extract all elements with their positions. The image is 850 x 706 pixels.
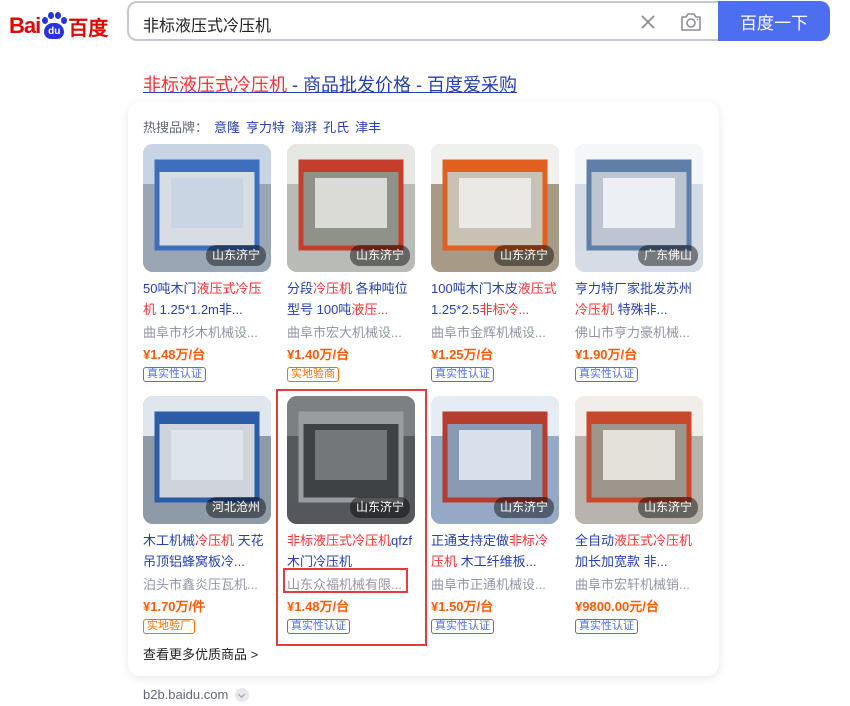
location-badge: 河北沧州 — [205, 497, 266, 518]
verification-badge: 实地验商 — [287, 367, 339, 382]
product-name-text: 特殊非... — [614, 302, 668, 317]
product-name-highlight: 液压式 — [517, 281, 557, 296]
price: ¥1.40万/台 — [287, 347, 350, 362]
product-name-link[interactable]: 100吨木门木皮液压式 1.25*2.5非标冷... — [431, 278, 561, 320]
product-name-highlight: 非标冷... — [479, 302, 530, 317]
seller-name[interactable]: 泊头市鑫炎压瓦机... — [143, 574, 271, 593]
product-image[interactable]: 山东济宁 — [431, 144, 559, 272]
product-name-highlight: 冷压机 — [313, 281, 353, 296]
brand-link[interactable]: 意隆 — [214, 120, 240, 135]
location-badge: 山东济宁 — [493, 497, 554, 518]
product-name-link[interactable]: 亨力特厂家批发苏州冷压机 特殊非... — [575, 278, 705, 320]
product-image[interactable]: 河北沧州 — [143, 396, 271, 524]
product-name-text: 木工机械 — [143, 533, 196, 548]
baidu-logo[interactable]: Bai du 百度 — [9, 8, 108, 44]
product-name-text: 加长加宽款 非... — [575, 554, 668, 569]
seller-name[interactable]: 曲阜市宏大机械设... — [287, 322, 415, 341]
product-name-highlight: 冷压机 — [195, 533, 235, 548]
product-image[interactable]: 山东济宁 — [431, 396, 559, 524]
price: ¥9800.00元/台 — [575, 599, 659, 614]
search-input[interactable]: 非标液压式冷压机 — [127, 1, 719, 41]
location-badge: 山东济宁 — [349, 245, 410, 266]
seller-name[interactable]: 佛山市亨力豪机械... — [575, 322, 703, 341]
verification-badge: 真实性认证 — [575, 367, 638, 382]
brand-link[interactable]: 海湃 — [291, 120, 317, 135]
camera-icon[interactable] — [679, 11, 703, 33]
product-name-highlight: 液压... — [351, 302, 389, 317]
location-badge: 山东济宁 — [637, 497, 698, 518]
product-name-text: 正通支持定做 — [431, 533, 510, 548]
verification-badge: 真实性认证 — [431, 367, 494, 382]
source-url[interactable]: b2b.baidu.com — [143, 687, 228, 702]
verification-badge: 实地验厂 — [143, 619, 195, 634]
product-image[interactable]: 山东济宁 — [287, 144, 415, 272]
product-name-text: 分段 — [287, 281, 314, 296]
hot-brands-label: 热搜品牌： — [143, 120, 209, 135]
brand-link[interactable]: 亨力特 — [246, 120, 285, 135]
product-image[interactable]: 山东济宁 — [143, 144, 271, 272]
result-title-link[interactable]: 非标液压式冷压机 - 商品批发价格 - 百度爱采购 — [143, 71, 517, 97]
verification-badge: 真实性认证 — [431, 619, 494, 634]
product-name-link[interactable]: 分段冷压机 各种吨位型号 100吨液压... — [287, 278, 417, 320]
location-badge: 广东佛山 — [637, 245, 698, 266]
logo-text-baidu-cn: 百度 — [68, 15, 109, 40]
product-name-text: 50吨木门 — [143, 281, 197, 296]
search-button[interactable]: 百度一下 — [718, 1, 830, 41]
price: ¥1.25万/台 — [431, 347, 494, 362]
annotation-seller-box — [283, 568, 408, 593]
product-name-link[interactable]: 50吨木门液压式冷压机 1.25*1.2m非... — [143, 278, 273, 320]
more-products-link[interactable]: 查看更多优质商品 > — [143, 644, 258, 663]
product-name-text: 1.25*2.5 — [431, 302, 480, 317]
logo-text-bai: Bai — [9, 13, 41, 38]
verification-badge: 真实性认证 — [143, 367, 206, 382]
price: ¥1.48万/台 — [143, 347, 206, 362]
product-name-text: 木工纤维板... — [457, 554, 537, 569]
seller-name[interactable]: 曲阜市宏轩机械销... — [575, 574, 703, 593]
logo-text-du: du — [44, 23, 65, 39]
product-name-link[interactable]: 全自动液压式冷压机 加长加宽款 非... — [575, 530, 705, 572]
seller-name[interactable]: 曲阜市金辉机械设... — [431, 322, 559, 341]
price: ¥1.50万/台 — [431, 599, 494, 614]
header: Bai du 百度 非标液压式冷压机 百度一下 — [0, 0, 850, 56]
product-name-text: 100吨木门木皮 — [431, 281, 518, 296]
location-badge: 山东济宁 — [493, 245, 554, 266]
search-query[interactable]: 非标液压式冷压机 — [143, 12, 271, 36]
result-title-rest: - 商品批发价格 - 百度爱采购 — [287, 75, 517, 95]
product-name-text: 全自动 — [575, 533, 615, 548]
product-name-link[interactable]: 正通支持定做非标冷压机 木工纤维板... — [431, 530, 561, 572]
product-name-link[interactable]: 木工机械冷压机 天花吊顶铝蜂窝板冷... — [143, 530, 273, 572]
price: ¥1.90万/台 — [575, 347, 638, 362]
brand-link[interactable]: 津丰 — [355, 120, 381, 135]
product-image[interactable]: 广东佛山 — [575, 144, 703, 272]
brand-link[interactable]: 孔氏 — [323, 120, 349, 135]
product-image[interactable]: 山东济宁 — [575, 396, 703, 524]
result-title-highlight: 非标液压式冷压机 — [143, 75, 287, 95]
product-name-highlight: 冷压机 — [575, 302, 615, 317]
location-badge: 山东济宁 — [205, 245, 266, 266]
price: ¥1.70万/件 — [143, 599, 206, 614]
product-name-highlight: 液压式冷压机 — [614, 533, 693, 548]
product-name-text: 1.25*1.2m非... — [156, 302, 243, 317]
product-name-text: 亨力特厂家批发苏州 — [575, 281, 693, 296]
clear-icon[interactable] — [638, 12, 658, 32]
annotation-highlight-box — [276, 389, 427, 646]
verification-badge: 真实性认证 — [575, 619, 638, 634]
hot-brands: 热搜品牌： 意隆 亨力特 海湃 孔氏 津丰 — [143, 117, 381, 136]
paw-icon: du — [41, 12, 68, 40]
chevron-down-icon[interactable] — [235, 688, 249, 702]
seller-name[interactable]: 曲阜市杉木机械设... — [143, 322, 271, 341]
seller-name[interactable]: 曲阜市正通机械设... — [431, 574, 559, 593]
